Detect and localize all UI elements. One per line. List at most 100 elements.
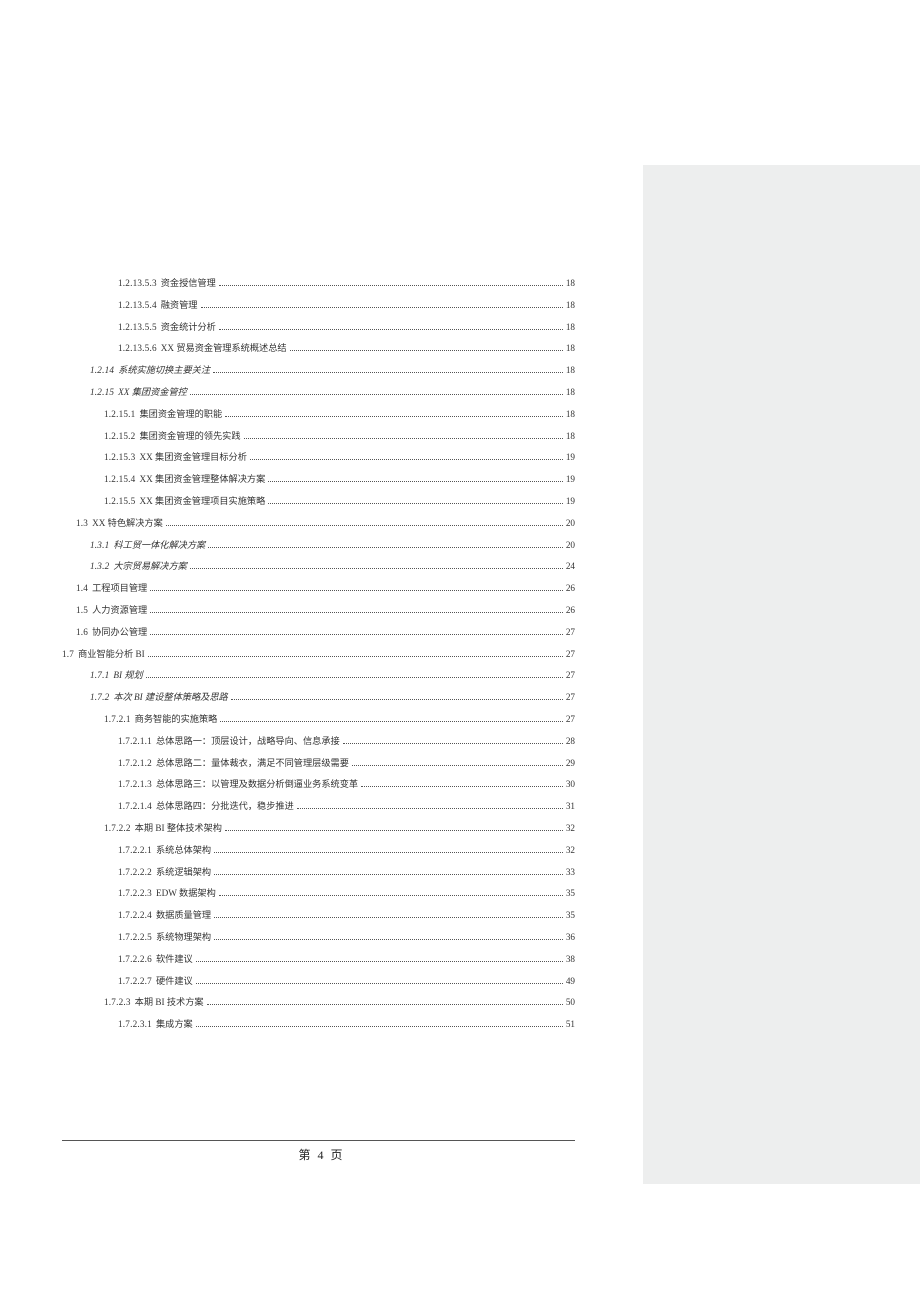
toc-entry-title: 资金授信管理 [161,279,216,288]
toc-entry-number: 1.3.2 [90,562,109,571]
toc-leader-dots [231,699,563,700]
toc-leader-dots [148,656,563,657]
toc-row: 1.7.2.2.3EDW 数据架构35 [62,889,575,898]
toc-entry-title: 系统实施切换主要关注 [118,366,210,375]
toc-entry-title: XX 集团资金管理整体解决方案 [139,475,265,484]
toc-entry-title: 科工贸一体化解决方案 [113,541,205,550]
side-strip-mid [643,165,920,1184]
toc-entry-number: 1.2.13.5.5 [118,323,157,332]
toc-entry-title: 总体思路一：顶层设计，战略导向、信息承接 [156,737,340,746]
toc-entry-page: 35 [566,911,575,920]
toc-row: 1.7.2.2.4数据质量管理35 [62,911,575,920]
toc-entry-number: 1.2.15.2 [104,432,135,441]
toc-entry-number: 1.2.15.5 [104,497,135,506]
toc-entry-number: 1.7.2.1.4 [118,802,152,811]
toc-row: 1.7.2.2本期 BI 整体技术架构32 [62,824,575,833]
toc-entry-title: 本期 BI 整体技术架构 [135,824,222,833]
toc-entry-number: 1.2.13.5.3 [118,279,157,288]
toc-entry-page: 18 [566,366,575,375]
toc-leader-dots [207,1004,563,1005]
toc-row: 1.7.2.2.2系统逻辑架构33 [62,868,575,877]
toc-leader-dots [225,830,563,831]
toc-leader-dots [150,634,563,635]
footer-rule [62,1140,575,1141]
toc-row: 1.7.2.1.3总体思路三：以管理及数据分析倒逼业务系统变革30 [62,780,575,789]
toc-entry-number: 1.2.13.5.4 [118,301,157,310]
toc-entry-number: 1.7.2 [90,693,109,702]
toc-row: 1.2.13.5.3资金授信管理18 [62,279,575,288]
toc-row: 1.7.2.1.4总体思路四：分批迭代，稳步推进31 [62,802,575,811]
toc-entry-page: 27 [566,693,575,702]
toc-leader-dots [146,677,563,678]
toc-leader-dots [190,394,563,395]
toc-entry-number: 1.7.2.1.1 [118,737,152,746]
toc-leader-dots [208,547,563,548]
toc-row: 1.2.15XX 集团资金管控18 [62,388,575,397]
toc-entry-page: 32 [566,846,575,855]
toc-entry-number: 1.7.2.2.6 [118,955,152,964]
toc-entry-title: XX 特色解决方案 [92,519,163,528]
toc-leader-dots [214,917,563,918]
toc-entry-number: 1.7.2.3 [104,998,131,1007]
toc-leader-dots [268,481,563,482]
toc-leader-dots [213,372,563,373]
footer-prefix: 第 [298,1148,312,1162]
toc-leader-dots [219,285,563,286]
toc-entry-page: 51 [566,1020,575,1029]
toc-row: 1.2.13.5.5资金统计分析18 [62,323,575,332]
toc-row: 1.2.13.5.4 融资管理 18 [62,301,575,310]
toc-entry-page: 18 [566,301,575,310]
toc-entry-title: BI 规划 [113,671,142,680]
toc-row: 1.4工程项目管理26 [62,584,575,593]
toc-leader-dots [290,350,563,351]
toc-entry-title: 集团资金管理的领先实践 [139,432,240,441]
toc-leader-dots [166,525,563,526]
toc-row: 1.5人力资源管理26 [62,606,575,615]
toc-row: 1.2.14系统实施切换主要关注18 [62,366,575,375]
footer-page-number: 4 [318,1148,326,1162]
toc-row: 1.7.2.3本期 BI 技术方案50 [62,998,575,1007]
toc-entry-title: XX 集团资金管控 [118,388,187,397]
toc-entry-page: 32 [566,824,575,833]
toc-leader-dots [214,939,563,940]
toc-entry-title: EDW 数据架构 [156,889,216,898]
toc-entry-page: 24 [566,562,575,571]
toc-leader-dots [220,721,562,722]
table-of-contents: 1.2.13.5.3资金授信管理181.2.13.5.4融资管理181.2.13… [62,279,575,1029]
toc-entry-title: 数据质量管理 [156,911,211,920]
toc-entry-title: XX 集团资金管理目标分析 [139,453,246,462]
toc-entry-title: 系统物理架构 [156,933,211,942]
toc-entry-title: 集成方案 [156,1020,193,1029]
toc-entry-title: 总体思路四：分批迭代，稳步推进 [156,802,294,811]
toc-entry-number: 1.7.2.1.2 [118,759,152,768]
toc-entry-page: 27 [566,715,575,724]
side-strip [643,0,920,1302]
toc-entry-page: 36 [566,933,575,942]
toc-entry-page: 19 [566,497,575,506]
side-strip-bot [643,1184,920,1302]
page-footer: 第 4 页 [0,1146,643,1163]
toc-entry-title: 融资管理 [161,301,198,310]
toc-entry-title: 人力资源管理 [92,606,147,615]
toc-row: 1.3.2 大宗贸易解决方案 24 [62,562,575,571]
toc-leader-dots [352,765,563,766]
toc-entry-number: 1.7.2.2.5 [118,933,152,942]
toc-row: 1.2.15.1集团资金管理的职能18 [62,410,575,419]
toc-entry-title: XX 贸易资金管理系统概述总结 [161,344,287,353]
toc-leader-dots [150,590,563,591]
toc-entry-page: 18 [566,388,575,397]
toc-entry-number: 1.2.13.5.6 [118,344,157,353]
toc-row: 1.6协同办公管理27 [62,628,575,637]
toc-row: 1.7.2.2.7硬件建议49 [62,977,575,986]
toc-leader-dots [250,459,563,460]
toc-entry-title: XX 集团资金管理项目实施策略 [139,497,265,506]
toc-entry-number: 1.3 [76,519,88,528]
toc-row: 1.3XX 特色解决方案20 [62,519,575,528]
toc-row: 1.2.15.5 XX 集团资金管理项目实施策略 19 [62,497,575,506]
toc-row: 1.7.2.3.1集成方案51 [62,1020,575,1029]
toc-entry-title: 工程项目管理 [92,584,147,593]
toc-entry-title: 大宗贸易解决方案 [113,562,187,571]
toc-entry-page: 35 [566,889,575,898]
toc-entry-title: 协同办公管理 [92,628,147,637]
toc-row: 1.7.1BI 规划27 [62,671,575,680]
